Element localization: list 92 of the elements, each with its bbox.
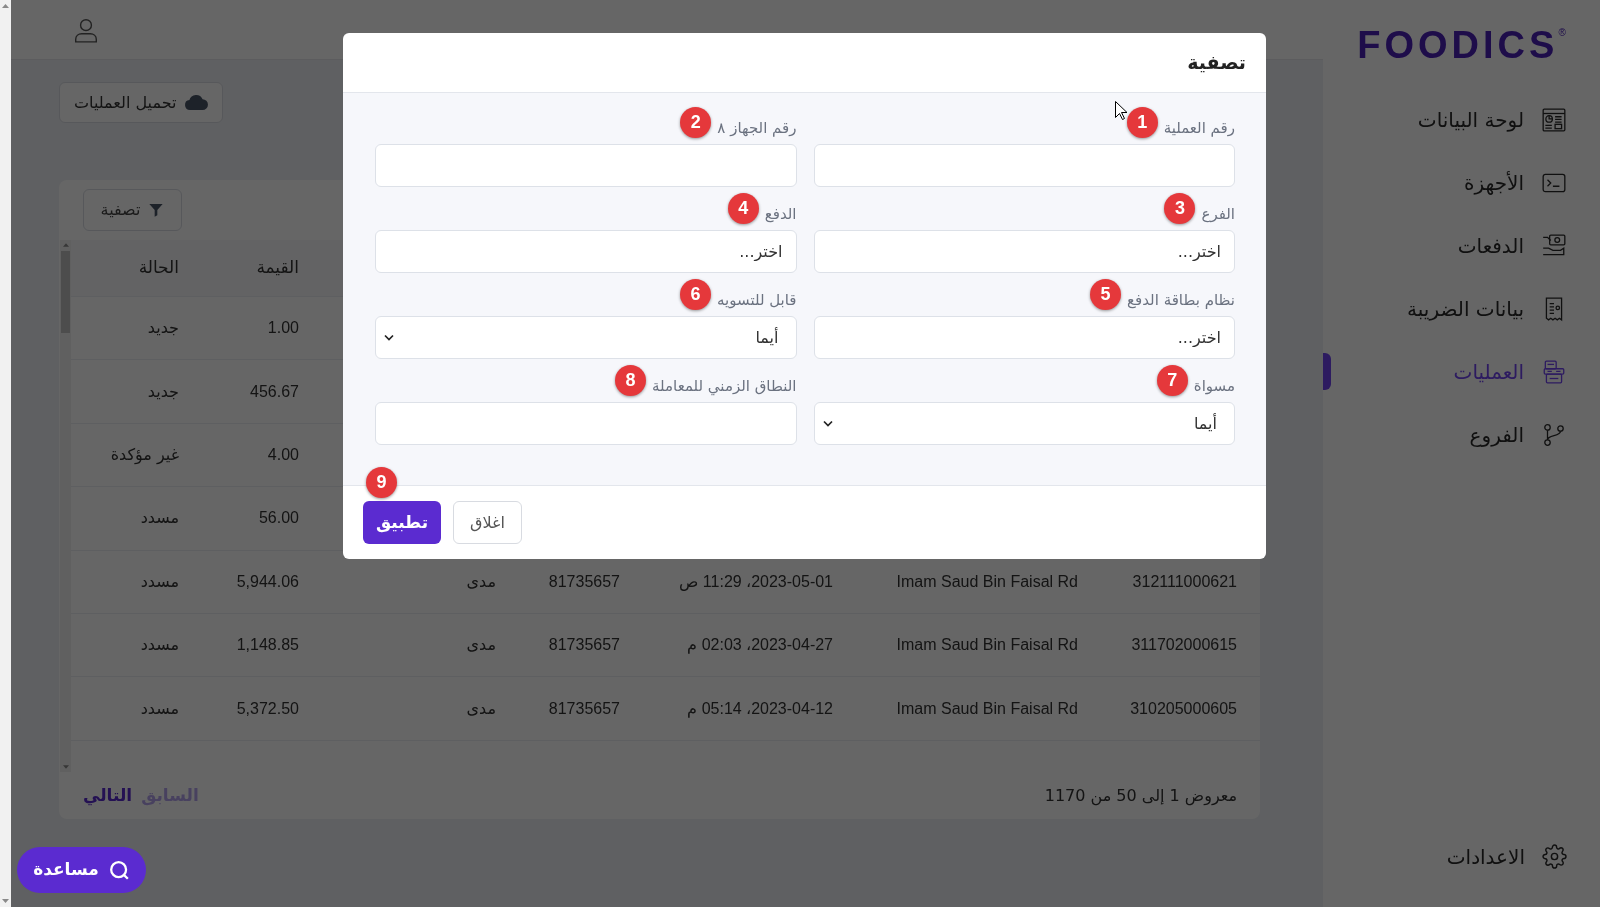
step-marker: 8	[615, 364, 647, 396]
pagination-summary: معروض 1 إلى 50 من 1170	[1044, 784, 1237, 808]
table-cell-text: مدى	[465, 697, 497, 720]
table-cell-text: 2023-05-01، 11:29 ص	[678, 571, 834, 593]
down-arrow-icon	[2, 899, 9, 903]
table-cell-text: 2023-04-27، 02:03 م	[686, 635, 834, 656]
field-label: الفرع	[1201, 203, 1235, 225]
field-label: رقم الجهاز ٨	[717, 117, 797, 139]
field-label: الدفع	[764, 203, 797, 225]
select-field[interactable]: اختر...	[375, 230, 797, 273]
table-scrollbar[interactable]	[60, 240, 71, 772]
logo-text: FOODICS	[1357, 26, 1559, 64]
table-cell-text: 312111000621	[1131, 571, 1238, 592]
registered-mark: ®	[1558, 28, 1566, 38]
select-field[interactable]: اختر...	[813, 230, 1235, 273]
table-cell-text: Imam Saud Bin Faisal Rd	[895, 635, 1079, 656]
text-field[interactable]	[375, 144, 797, 187]
help-button[interactable]: مساعدة	[17, 847, 146, 893]
close-button[interactable]: اغلاق	[453, 501, 522, 544]
field-label: رقم العملية	[1163, 117, 1235, 139]
column-header: الحالة	[137, 256, 180, 280]
table-cell-text: Imam Saud Bin Faisal Rd	[895, 698, 1079, 719]
apply-button[interactable]: تطبيق	[363, 501, 441, 544]
down-arrow-icon	[62, 765, 69, 769]
field-label: مسواة	[1193, 375, 1235, 397]
table-cell-text: 310205000605	[1129, 698, 1238, 719]
text-field[interactable]	[375, 402, 797, 445]
upload-button[interactable]: تحميل العمليات	[59, 82, 224, 123]
field-label: النطاق الزمني للمعاملة	[652, 375, 797, 398]
table-cell-text: مدى	[465, 570, 497, 593]
step-marker: 6	[680, 278, 712, 310]
table-cell-text: مدى	[465, 634, 497, 657]
table-cell-text: Imam Saud Bin Faisal Rd	[895, 571, 1079, 592]
step-marker: 3	[1164, 192, 1196, 224]
table-cell-text: مسدد	[139, 634, 180, 657]
table-cell-text: 2023-04-12، 05:14 م	[686, 698, 834, 720]
table-cell-text: 81735657	[547, 698, 621, 719]
table-cell-text: 311702000615	[1130, 635, 1238, 656]
active-indicator	[1323, 353, 1331, 390]
table-cell-text: مسدد	[139, 570, 180, 593]
user-icon[interactable]	[73, 16, 99, 43]
up-arrow-icon	[2, 4, 9, 8]
scrollbar-thumb[interactable]	[61, 251, 70, 333]
branch-icon	[1541, 421, 1567, 448]
table-cell-text: مسدد	[139, 507, 180, 530]
pagination-link[interactable]: التالي	[83, 782, 133, 809]
table-cell-text: غير مؤكدة	[109, 443, 180, 466]
chevron-down-icon	[822, 420, 833, 427]
table-cell-text: 1,148.85	[235, 635, 300, 656]
table-cell-text: 81735657	[547, 571, 621, 592]
table-cell-text: 5,372.50	[235, 698, 300, 719]
sidebar-item[interactable]: الاعدادات	[1323, 825, 1600, 888]
step-marker: 5	[1090, 278, 1122, 310]
table-cell-text: 456.67	[249, 381, 300, 402]
sidebar-item[interactable]: العمليات	[1323, 340, 1600, 403]
sidebar-item[interactable]: بيانات الضريبة	[1323, 277, 1600, 340]
filter-button[interactable]: تصفية	[83, 189, 182, 231]
table-cell-text: جديد	[146, 380, 180, 403]
sidebar-item[interactable]: الدفعات	[1323, 214, 1600, 277]
table-cell-text: 81735657	[547, 635, 621, 656]
dropdown[interactable]: أيما	[813, 402, 1235, 445]
step-marker: 1	[1126, 106, 1158, 138]
chat-icon	[108, 859, 130, 881]
filter-icon	[148, 202, 165, 218]
field-label: نظام بطاقة الدفع	[1127, 289, 1235, 311]
table-cell-text: 1.00	[266, 318, 300, 339]
step-marker: 2	[680, 106, 712, 138]
column-header: القيمة	[255, 256, 300, 280]
settings-icon	[1542, 844, 1567, 869]
dialog-title: تصفية	[1187, 50, 1246, 76]
cursor-icon	[1115, 101, 1127, 120]
page-scrollbar[interactable]	[0, 0, 11, 907]
step-marker: 4	[727, 192, 759, 224]
text-field[interactable]	[813, 144, 1235, 187]
cloud-icon	[184, 94, 209, 111]
step-marker: 7	[1156, 364, 1188, 396]
sidebar-item[interactable]: الأجهزة	[1323, 151, 1600, 214]
step-marker: 9	[366, 467, 397, 498]
table-cell-text: 5,944.06	[235, 571, 300, 592]
register-icon	[1541, 358, 1567, 385]
field-label: قابل للتسويه	[717, 289, 797, 311]
up-arrow-icon	[62, 243, 69, 247]
chevron-down-icon	[384, 334, 394, 341]
table-cell-text: جديد	[146, 317, 180, 340]
sidebar-item[interactable]: الفروع	[1323, 403, 1600, 466]
dropdown[interactable]: أيما	[375, 316, 797, 359]
table-cell-text: 56.00	[257, 508, 300, 529]
sidebar-item[interactable]: لوحة البيانات	[1323, 88, 1600, 151]
dashboard-icon	[1541, 106, 1567, 133]
table-cell-text: مسدد	[139, 697, 180, 720]
table-cell-text: 4.00	[266, 444, 300, 465]
select-field[interactable]: اختر...	[813, 316, 1235, 359]
